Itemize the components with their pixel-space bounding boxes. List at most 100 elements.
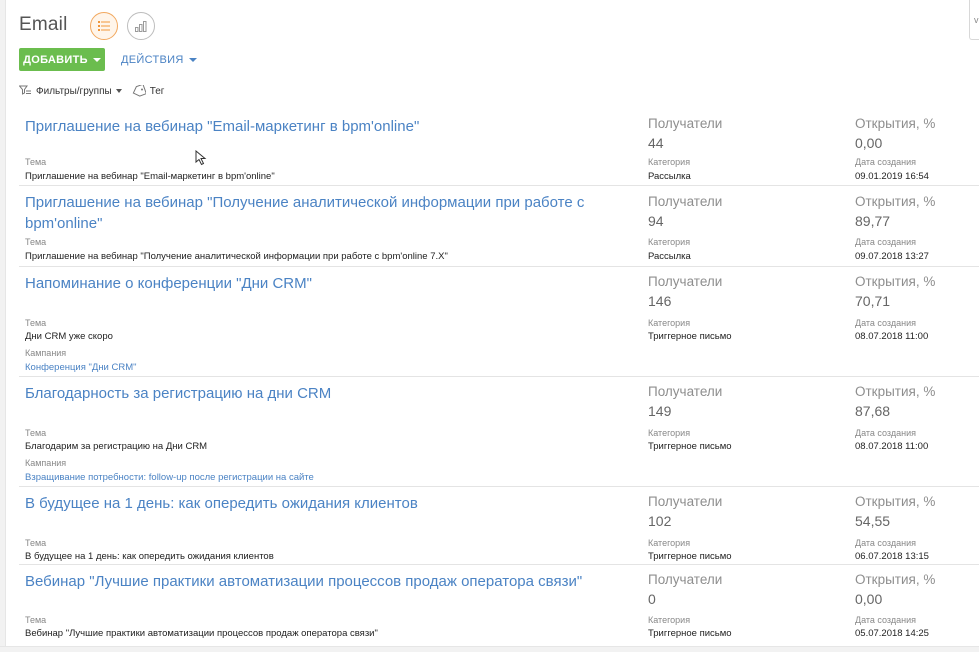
subject-label: Тема [25,318,47,328]
category-label: Категория [648,538,691,548]
opens-label: Открытия, % [855,494,936,509]
opens-value: 89,77 [855,213,891,229]
list-item[interactable]: Вебинар "Лучшие практики автоматизации п… [19,565,979,645]
created-value: 09.07.2018 13:27 [855,251,929,262]
subject-label: Тема [25,538,47,548]
list-view-button[interactable] [90,12,118,40]
tag-button[interactable]: Тег [132,85,165,97]
subject-label: Тема [25,615,47,625]
record-title-link[interactable]: Благодарность за регистрацию на дни CRM [25,383,605,404]
created-label: Дата создания [855,237,916,247]
analytics-view-button[interactable] [127,12,155,40]
list-item[interactable]: Приглашение на вебинар "Email-маркетинг … [19,110,979,186]
chevron-down-icon [115,89,122,93]
recipients-value: 44 [648,135,664,151]
opens-label: Открытия, % [855,194,936,209]
chevron-down-icon [92,57,101,62]
created-value: 09.01.2019 16:54 [855,171,929,182]
opens-label: Открытия, % [855,274,936,289]
bar-chart-icon [135,21,147,32]
category-label: Категория [648,157,691,167]
category-value: Триггерное письмо [648,628,732,639]
record-title-link[interactable]: Вебинар "Лучшие практики автоматизации п… [25,571,605,592]
subject-value: Приглашение на вебинар "Получение аналит… [25,251,448,262]
created-value: 06.07.2018 13:15 [855,551,929,562]
filter-icon [19,85,31,95]
list-icon [98,21,110,31]
subject-value: Вебинар "Лучшие практики автоматизации п… [25,628,378,639]
record-title-link[interactable]: В будущее на 1 день: как опередить ожида… [25,493,605,514]
tag-icon [132,85,146,97]
created-label: Дата создания [855,615,916,625]
created-value: 08.07.2018 11:00 [855,441,929,452]
list-item[interactable]: Благодарность за регистрацию на дни CRM … [19,377,979,487]
created-value: 08.07.2018 11:00 [855,331,929,342]
category-label: Категория [648,318,691,328]
opens-value: 0,00 [855,135,883,151]
created-value: 05.07.2018 14:25 [855,628,929,639]
recipients-value: 94 [648,213,664,229]
filter-bar: Фильтры/группы Тег [19,83,164,99]
list-item[interactable]: Приглашение на вебинар "Получение аналит… [19,186,979,267]
subject-value: В будущее на 1 день: как опередить ожида… [25,551,274,562]
category-label: Категория [648,615,691,625]
subject-label: Тема [25,237,47,247]
subject-value: Благодарим за регистрацию на Дни CRM [25,441,208,452]
created-label: Дата создания [855,318,916,328]
created-label: Дата создания [855,538,916,548]
record-title-link[interactable]: Напоминание о конференции "Дни CRM" [25,273,605,294]
add-button-label: ДОБАВИТЬ [23,53,88,66]
actions-menu-button[interactable]: ДЕЙСТВИЯ [121,48,197,71]
recipients-label: Получатели [648,194,723,209]
list-item[interactable]: В будущее на 1 день: как опередить ожида… [19,487,979,565]
created-label: Дата создания [855,428,916,438]
right-panel-edge[interactable]: v [969,0,979,40]
subject-label: Тема [25,428,47,438]
subject-value: Приглашение на вебинар "Email-маркетинг … [25,171,275,182]
campaign-link[interactable]: Конференция "Дни CRM" [25,362,137,373]
opens-label: Открытия, % [855,384,936,399]
recipients-value: 149 [648,403,672,419]
category-label: Категория [648,237,691,247]
record-title-link[interactable]: Приглашение на вебинар "Получение аналит… [25,192,605,234]
tag-label: Тег [149,85,165,97]
category-value: Триггерное письмо [648,331,732,342]
category-value: Триггерное письмо [648,551,732,562]
bottom-frame-edge [0,646,979,652]
actions-button-label: ДЕЙСТВИЯ [121,53,184,66]
subject-value: Дни CRM уже скоро [25,331,113,342]
page-title: Email [19,14,68,35]
add-button[interactable]: ДОБАВИТЬ [19,48,105,71]
opens-value: 54,55 [855,513,891,529]
filters-groups-label: Фильтры/группы [36,85,112,97]
recipients-label: Получатели [648,274,723,289]
campaign-label: Кампания [25,458,67,468]
category-label: Категория [648,428,691,438]
category-value: Рассылка [648,171,691,182]
chevron-down-icon [188,57,197,62]
filters-groups-button[interactable]: Фильтры/группы [19,85,122,97]
category-value: Триггерное письмо [648,441,732,452]
opens-value: 87,68 [855,403,891,419]
recipients-value: 102 [648,513,672,529]
recipients-label: Получатели [648,384,723,399]
recipients-label: Получатели [648,494,723,509]
record-title-link[interactable]: Приглашение на вебинар "Email-маркетинг … [25,116,605,137]
opens-value: 0,00 [855,591,883,607]
email-list: Приглашение на вебинар "Email-маркетинг … [19,110,979,645]
subject-label: Тема [25,157,47,167]
recipients-label: Получатели [648,572,723,587]
left-frame-edge [0,0,6,651]
campaign-link[interactable]: Взращивание потребности: follow-up после… [25,472,314,483]
opens-value: 70,71 [855,293,891,309]
category-value: Рассылка [648,251,691,262]
created-label: Дата создания [855,157,916,167]
recipients-label: Получатели [648,116,723,131]
mouse-cursor-icon [195,150,207,166]
recipients-value: 0 [648,591,656,607]
opens-label: Открытия, % [855,116,936,131]
opens-label: Открытия, % [855,572,936,587]
campaign-label: Кампания [25,348,67,358]
list-item[interactable]: Напоминание о конференции "Дни CRM" Тема… [19,267,979,377]
recipients-value: 146 [648,293,672,309]
